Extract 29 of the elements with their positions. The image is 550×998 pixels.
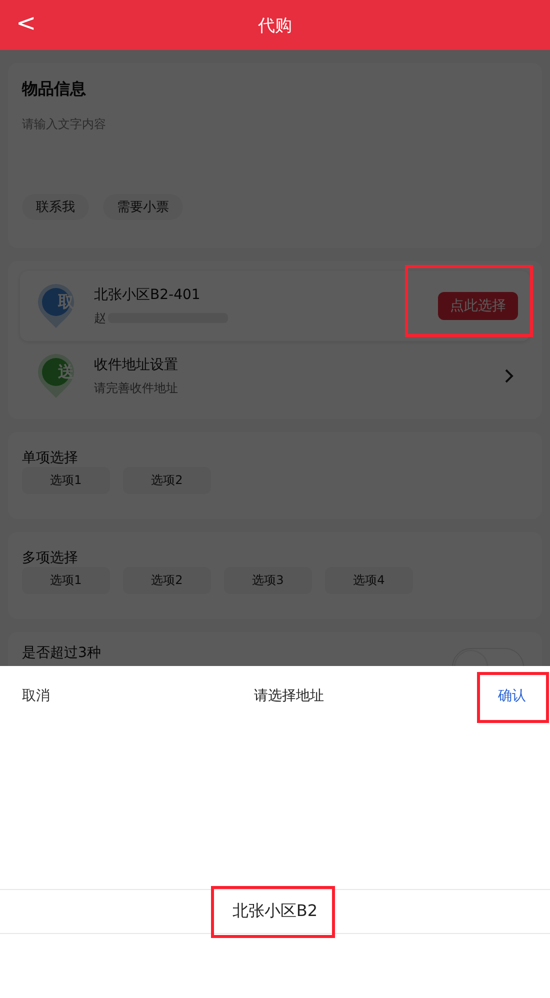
option-button[interactable]: 选项2 <box>123 467 211 494</box>
section-title: 是否超过3种 <box>22 644 101 662</box>
option-button[interactable]: 选项3 <box>224 567 312 594</box>
confirm-button[interactable]: 确认 <box>488 681 536 711</box>
tag-button[interactable]: 联系我 <box>22 194 89 220</box>
option-button[interactable]: 选项4 <box>325 567 413 594</box>
delivery-label: 送 <box>57 362 75 383</box>
section-title: 物品信息 <box>22 79 87 100</box>
section-title: 单项选择 <box>22 449 79 467</box>
pickup-pin-icon <box>36 283 76 329</box>
cancel-button[interactable]: 取消 <box>10 681 62 711</box>
select-button[interactable]: 点此选择 <box>438 292 518 320</box>
back-button[interactable]: < <box>10 9 42 37</box>
tag-button[interactable]: 需要小票 <box>103 194 183 220</box>
delivery-pin-icon <box>36 353 76 399</box>
chevron-right-icon <box>504 368 514 384</box>
option-button[interactable]: 选项1 <box>22 567 110 594</box>
delivery-title: 收件地址设置 <box>94 356 179 374</box>
delivery-row[interactable]: 送 收件地址设置 请完善收件地址 <box>20 341 530 411</box>
pickup-label: 取 <box>56 292 75 313</box>
contact-name: 赵 <box>94 310 106 326</box>
option-button[interactable]: 选项1 <box>22 467 110 494</box>
picker-option[interactable]: 北张小区B2 <box>232 901 318 920</box>
page-title: 代购 <box>258 14 292 36</box>
pickup-address: 北张小区B2-401 <box>94 286 202 304</box>
section-title: 多项选择 <box>22 549 79 567</box>
delivery-hint: 请完善收件地址 <box>94 380 179 396</box>
option-button[interactable]: 选项2 <box>123 567 211 594</box>
sheet-title: 请选择地址 <box>254 687 324 705</box>
